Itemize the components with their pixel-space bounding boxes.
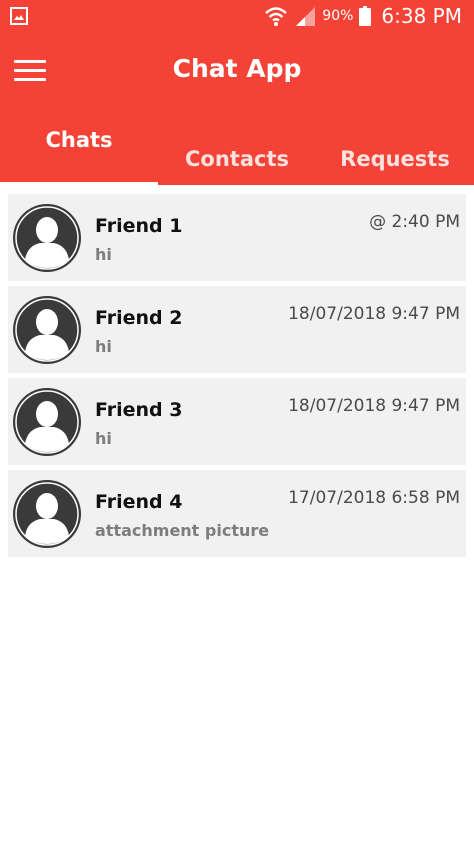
message-time: 18/07/2018 9:47 PM <box>288 304 460 324</box>
avatar-icon <box>13 296 81 364</box>
tab-label: Contacts <box>185 147 289 171</box>
wifi-icon <box>265 7 288 26</box>
chat-list-item[interactable]: Friend 2 hi 18/07/2018 9:47 PM <box>8 286 466 373</box>
tab-label: Chats <box>45 128 113 152</box>
tab-chats[interactable]: Chats <box>0 114 158 185</box>
tab-bar: Chats Contacts Requests <box>0 114 474 185</box>
chat-list-item[interactable]: Friend 3 hi 18/07/2018 9:47 PM <box>8 378 466 465</box>
toolbar: Chat App <box>0 32 474 114</box>
chat-list: Friend 1 hi @ 2:40 PM Friend 2 hi 18/07/… <box>8 194 466 562</box>
app-bar: 90% 6:38 PM Chat App Chats Contacts Requ… <box>0 0 474 185</box>
status-bar: 90% 6:38 PM <box>0 0 474 32</box>
chat-list-item[interactable]: Friend 1 hi @ 2:40 PM <box>8 194 466 281</box>
status-time: 6:38 PM <box>381 4 462 28</box>
tab-label: Requests <box>340 147 450 171</box>
last-message: hi <box>95 337 112 356</box>
contact-name: Friend 1 <box>95 215 183 237</box>
avatar-icon <box>13 204 81 272</box>
battery-percent: 90% <box>322 8 354 24</box>
tab-indicator <box>0 182 158 185</box>
tab-requests[interactable]: Requests <box>316 114 474 185</box>
contact-name: Friend 4 <box>95 491 183 513</box>
contact-name: Friend 2 <box>95 307 183 329</box>
battery-icon <box>359 6 372 26</box>
avatar-icon <box>13 388 81 456</box>
contact-name: Friend 3 <box>95 399 183 421</box>
last-message: hi <box>95 245 112 264</box>
chat-list-item[interactable]: Friend 4 attachment picture 17/07/2018 6… <box>8 470 466 557</box>
last-message: hi <box>95 429 112 448</box>
page-title: Chat App <box>172 54 302 83</box>
cellular-signal-icon <box>296 7 316 26</box>
gallery-notification-icon <box>10 7 28 25</box>
last-message: attachment picture <box>95 521 270 540</box>
message-time: @ 2:40 PM <box>369 212 460 232</box>
tab-contacts[interactable]: Contacts <box>158 114 316 185</box>
message-time: 18/07/2018 9:47 PM <box>288 396 460 416</box>
message-time: 17/07/2018 6:58 PM <box>288 488 460 508</box>
avatar-icon <box>13 480 81 548</box>
